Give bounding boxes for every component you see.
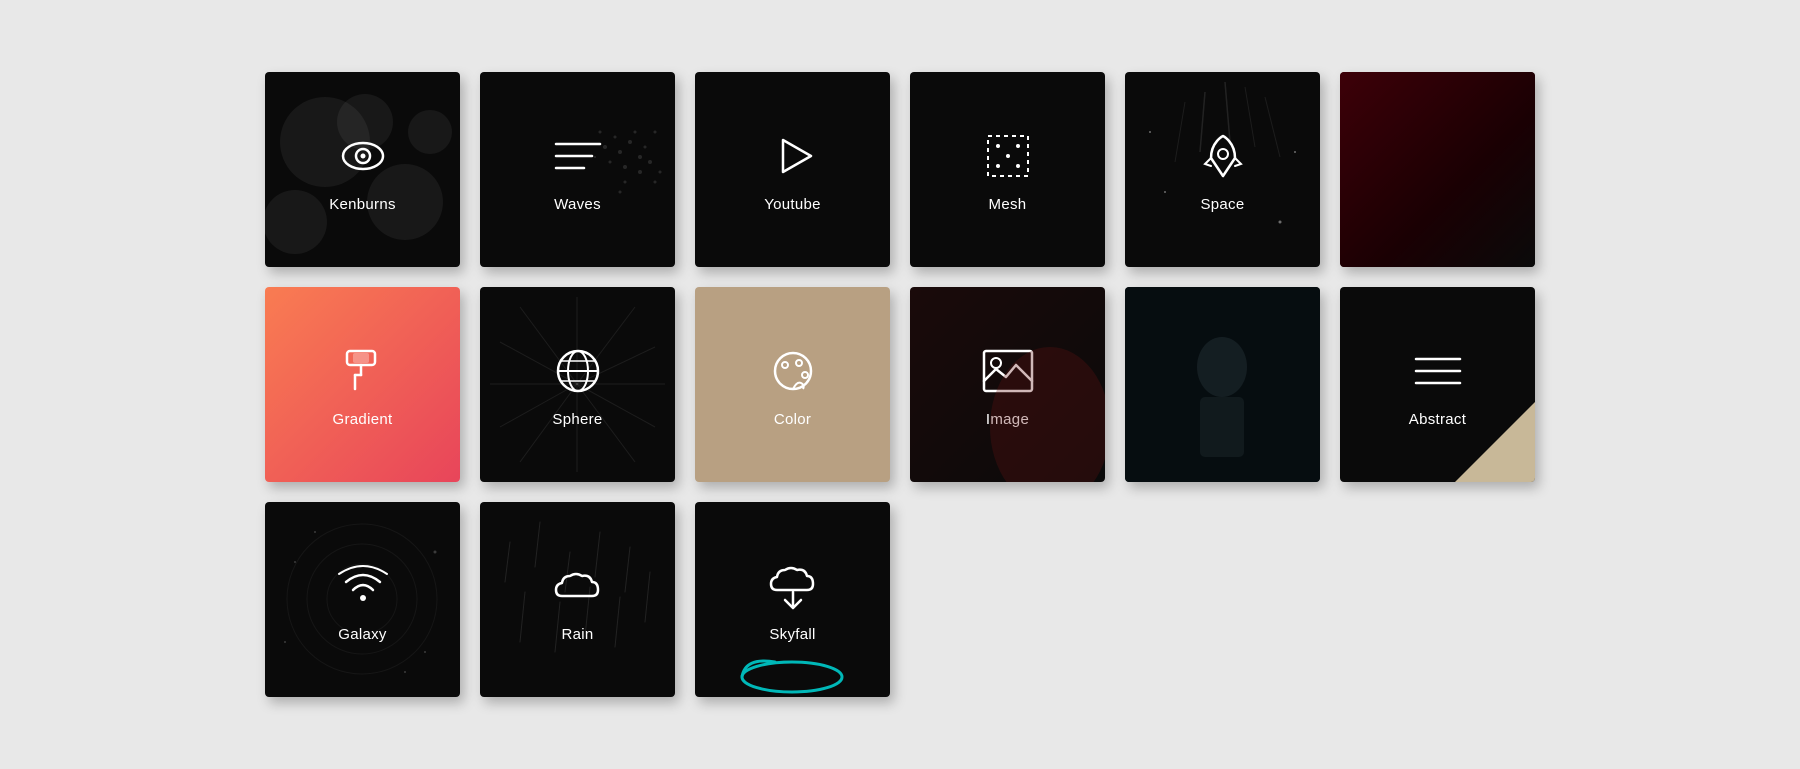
mesh-icon bbox=[978, 126, 1038, 186]
card-youtube[interactable]: Youtube bbox=[695, 72, 890, 267]
card-sphere[interactable]: Sphere bbox=[480, 287, 675, 482]
card-rain[interactable]: Rain bbox=[480, 502, 675, 697]
card-image[interactable]: Image bbox=[910, 287, 1105, 482]
card-grid: Kenburns Waves bbox=[225, 32, 1575, 737]
abstract-icon bbox=[1408, 341, 1468, 401]
card-color[interactable]: Color bbox=[695, 287, 890, 482]
youtube-label: Youtube bbox=[764, 196, 821, 213]
card-galaxy[interactable]: Galaxy bbox=[265, 502, 460, 697]
card-skyfall[interactable]: Skyfall bbox=[695, 502, 890, 697]
color-label: Color bbox=[774, 411, 811, 428]
card-space[interactable]: Space bbox=[1125, 72, 1320, 267]
card-glitch[interactable]: Glitch bbox=[1125, 287, 1320, 482]
card-mesh[interactable]: Mesh bbox=[910, 72, 1105, 267]
card-kenburns[interactable]: Kenburns bbox=[265, 72, 460, 267]
gradient-label: Gradient bbox=[333, 411, 393, 428]
card-waves[interactable]: Waves bbox=[480, 72, 675, 267]
card-gradient[interactable]: Gradient bbox=[265, 287, 460, 482]
mesh-label: Mesh bbox=[989, 196, 1027, 213]
card-slider[interactable]: Slider bbox=[1340, 72, 1535, 267]
play-icon bbox=[763, 126, 823, 186]
paint-icon bbox=[333, 341, 393, 401]
card-abstract[interactable]: Abstract bbox=[1340, 287, 1535, 482]
palette-icon bbox=[763, 341, 823, 401]
